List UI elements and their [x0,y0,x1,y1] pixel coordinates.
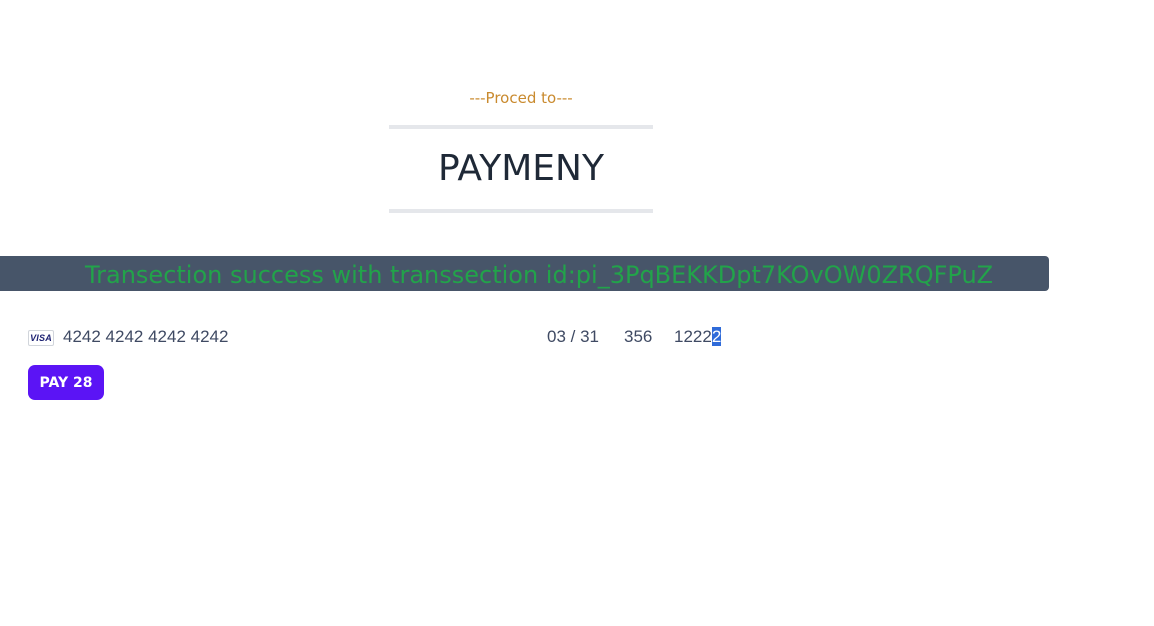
postal-code-input[interactable]: 12222 [674,322,722,352]
success-message: Transection success with transsection id… [85,261,994,289]
bottom-divider [389,209,653,213]
payment-heading: ---Proced to--- PAYMENY [389,84,653,213]
pay-button[interactable]: PAY 28 [28,365,104,400]
visa-card-icon: VISA [28,330,54,346]
section-subtitle: ---Proced to--- [469,89,573,107]
card-number-input[interactable]: 4242 4242 4242 4242 [63,322,228,352]
card-expiry-input[interactable]: 03 / 31 [547,322,599,352]
card-brand-label: VISA [30,333,52,343]
card-element[interactable]: VISA 4242 4242 4242 4242 03 / 31 356 122… [28,322,748,352]
payment-page: ---Proced to--- PAYMENY Transection succ… [0,0,1154,626]
success-banner: Transection success with transsection id… [0,256,1049,291]
postal-code-selection: 2 [711,327,722,346]
page-title: PAYMENY [438,148,604,189]
card-cvc-input[interactable]: 356 [624,322,652,352]
postal-code-text: 1222 [674,327,712,346]
